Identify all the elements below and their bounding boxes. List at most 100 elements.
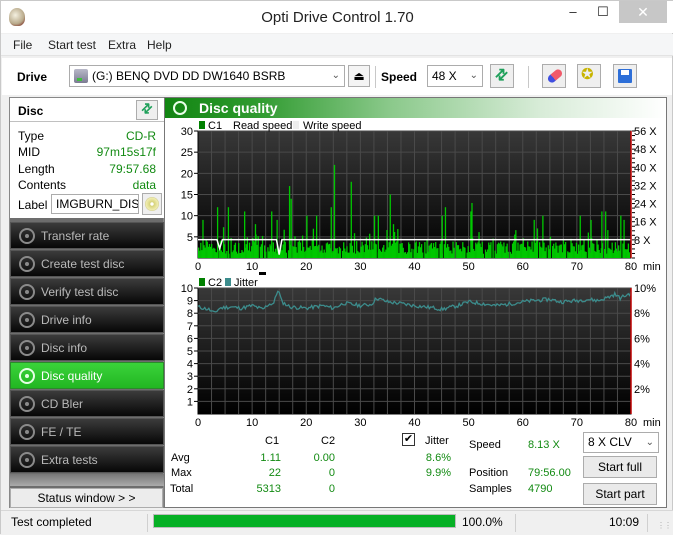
disc-label-button[interactable] [142, 193, 162, 215]
settings-button[interactable] [577, 64, 601, 88]
drive-info-icon [19, 312, 35, 328]
drive-label: Drive [17, 70, 48, 84]
speed-label: Speed [381, 70, 418, 84]
status-window-button[interactable]: Status window > > [10, 488, 163, 508]
resize-grip[interactable]: ⋮⋮ [657, 521, 672, 530]
nav-label: Transfer rate [41, 229, 110, 243]
test-nav: Transfer rate Create test disc Verify te… [10, 222, 164, 474]
disc-title: Disc [18, 104, 44, 118]
menu-bar: File Start test Extra Help [1, 34, 673, 56]
refresh-drive-button[interactable] [490, 64, 514, 88]
disc-value: 97m15s17f [96, 145, 156, 159]
position-value: 79:56.00 [528, 467, 571, 479]
panel-title: Disc quality [199, 100, 278, 116]
disc-gear-icon [19, 368, 35, 384]
menu-help[interactable]: Help [147, 38, 172, 52]
disc-key: Type [18, 129, 45, 143]
test-speed-select[interactable]: 8 X CLV ⌄ [583, 432, 659, 453]
progress-bar [153, 514, 456, 528]
jitter-checkbox[interactable]: ✔ [402, 433, 415, 446]
nav-extra-tests[interactable]: Extra tests [10, 446, 164, 473]
nav-drive-info[interactable]: Drive info [10, 306, 164, 333]
stats-avg-c2: 0.00 [313, 452, 335, 464]
status-bar: Test completed 100.0% 10:09 ⋮⋮ [1, 510, 673, 535]
nav-disc-quality[interactable]: Disc quality [10, 362, 164, 389]
speed-value: 8.13 X [528, 439, 560, 451]
disc-row-type: Type CD-R [18, 129, 160, 144]
samples-label: Samples [469, 483, 512, 495]
nav-create-test-disc[interactable]: Create test disc [10, 250, 164, 277]
elapsed-time: 10:09 [609, 515, 640, 529]
minimize-button[interactable]: ‒ [559, 1, 587, 23]
nav-label: Create test disc [41, 257, 125, 271]
samples-value: 4790 [528, 483, 553, 495]
disc-row-length: Length 79:57.68 [18, 162, 160, 177]
nav-label: Verify test disc [41, 285, 119, 299]
close-button[interactable]: ✕ [619, 1, 667, 23]
disc-info-icon [19, 340, 35, 356]
nav-cd-bler[interactable]: CD Bler [10, 390, 164, 417]
nav-label: CD Bler [41, 397, 84, 411]
erase-button[interactable] [542, 64, 566, 88]
start-full-button[interactable]: Start full [583, 456, 657, 478]
test-speed-value: 8 X CLV [588, 435, 632, 449]
drive-select[interactable]: (G:) BENQ DVD DD DW1640 BSRB ⌄ [69, 65, 345, 87]
disc-gear-icon [19, 256, 35, 272]
disc-gear-icon [19, 228, 35, 244]
statusbar-separator [515, 514, 516, 532]
disc-row-mid: MID 97m15s17f [18, 145, 160, 160]
stats-avg-jitter: 8.6% [425, 452, 451, 464]
disc-header: Disc [10, 98, 165, 122]
status-text: Test completed [11, 515, 92, 529]
disc-key: Length [18, 162, 55, 176]
progress-fill [154, 515, 455, 527]
app-window: Opti Drive Control 1.70 ‒ ☐ ✕ File Start… [0, 0, 673, 535]
title-bar: Opti Drive Control 1.70 ‒ ☐ ✕ [1, 1, 673, 33]
stats-max-jitter: 9.9% [425, 467, 451, 479]
toolbar: Drive (G:) BENQ DVD DD DW1640 BSRB ⌄ ⏏ S… [2, 58, 672, 95]
statusbar-separator [647, 514, 648, 532]
maximize-button[interactable]: ☐ [589, 1, 617, 23]
nav-disc-info[interactable]: Disc info [10, 334, 164, 361]
statusbar-separator [147, 514, 148, 532]
disc-gear-icon [19, 284, 35, 300]
speed-label: Speed [469, 439, 501, 451]
disc-info-box: Disc Type CD-R MID 97m15s17f Length 79:5… [10, 98, 165, 218]
disc-value: CD-R [126, 129, 156, 143]
disc-label-input[interactable]: IMGBURN_DISC [51, 194, 139, 214]
left-panel: Disc Type CD-R MID 97m15s17f Length 79:5… [9, 97, 165, 508]
menu-extra[interactable]: Extra [108, 38, 136, 52]
menu-start-test[interactable]: Start test [48, 38, 96, 52]
nav-filler [10, 474, 164, 486]
disc-value: 79:57.68 [109, 162, 156, 176]
position-label: Position [469, 467, 509, 479]
nav-label: Drive info [41, 313, 92, 327]
chevron-down-icon: ⌄ [645, 437, 654, 448]
stats-row-label: Max [171, 467, 192, 479]
panel-header: Disc quality [165, 98, 666, 118]
disc-row-contents: Contents data [18, 178, 160, 193]
disc-key: Contents [18, 178, 67, 192]
stats-avg-c1: 1.11 [260, 452, 281, 464]
disc-gear-icon [19, 452, 35, 468]
disc-refresh-button[interactable] [136, 100, 158, 120]
nav-fe-te[interactable]: FE / TE [10, 418, 164, 445]
chevron-down-icon: ⌄ [331, 70, 340, 81]
jitter-checkbox-label: Jitter [425, 435, 449, 447]
stats-total-c2: 0 [328, 483, 335, 495]
stats-col-c1: C1 [265, 435, 280, 447]
start-part-button[interactable]: Start part [583, 483, 657, 505]
nav-label: Extra tests [41, 453, 98, 467]
eject-icon: ⏏ [353, 69, 365, 83]
nav-label: FE / TE [41, 425, 82, 439]
eject-button[interactable]: ⏏ [348, 65, 370, 87]
nav-label: Disc info [41, 341, 88, 355]
menu-file[interactable]: File [13, 38, 32, 52]
speed-select-value: 48 X [432, 69, 457, 83]
speed-select[interactable]: 48 X ⌄ [427, 65, 483, 87]
stats-max-c1: 22 [268, 467, 281, 479]
nav-transfer-rate[interactable]: Transfer rate [10, 222, 164, 249]
nav-verify-test-disc[interactable]: Verify test disc [10, 278, 164, 305]
save-button[interactable] [613, 64, 637, 88]
disc-quality-icon [173, 101, 187, 115]
